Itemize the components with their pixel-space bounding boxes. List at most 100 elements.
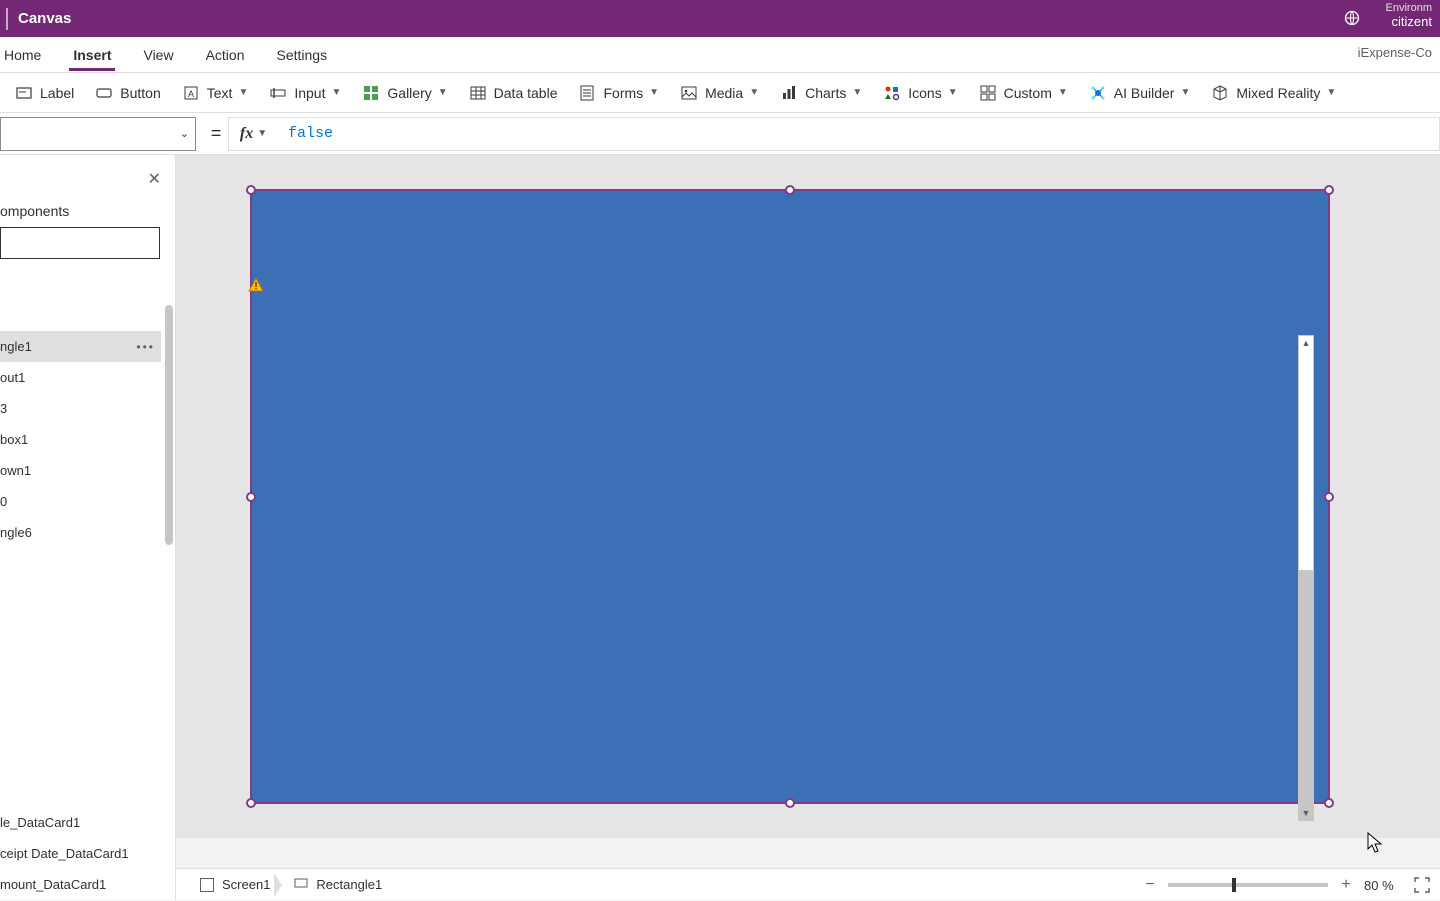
tree-item-label: 0 (0, 494, 7, 509)
fx-label: fx (240, 125, 253, 143)
resize-handle-bl[interactable] (246, 798, 256, 808)
ribbon-gallery-text: Gallery (387, 85, 431, 101)
button-icon (96, 85, 112, 101)
ribbon-datatable[interactable]: Data table (470, 85, 558, 101)
selected-rectangle[interactable]: ▲ ▼ (250, 189, 1330, 804)
ribbon-text[interactable]: A Text ▼ (183, 85, 249, 101)
scroll-up-icon[interactable]: ▲ (1299, 336, 1313, 350)
ribbon-charts-text: Charts (805, 85, 846, 101)
components-tab[interactable]: omponents (0, 203, 69, 219)
chevron-down-icon: ▼ (1058, 87, 1068, 98)
environment-name: citizent (1386, 15, 1432, 28)
breadcrumb-screen[interactable]: Screen1 (188, 869, 282, 900)
ribbon-label[interactable]: Label (16, 85, 74, 101)
ribbon-media[interactable]: Media ▼ (681, 85, 759, 101)
menu-view[interactable]: View (139, 39, 177, 71)
more-icon[interactable]: ••• (136, 340, 155, 354)
tree-item[interactable]: own1 (0, 455, 161, 486)
ribbon-icons-text: Icons (908, 85, 941, 101)
screen-icon (200, 878, 214, 892)
resize-handle-br[interactable] (1324, 798, 1334, 808)
ribbon-media-text: Media (705, 85, 743, 101)
breadcrumb-control[interactable]: Rectangle1 (282, 869, 394, 900)
ribbon-custom[interactable]: Custom ▼ (980, 85, 1068, 101)
resize-handle-tl[interactable] (246, 185, 256, 195)
tree-item[interactable]: out1 (0, 362, 161, 393)
rectangle-icon (294, 876, 308, 893)
zoom-controls: − + 80 % (1142, 869, 1430, 901)
tree-item[interactable]: box1 (0, 424, 161, 455)
fit-to-screen-button[interactable] (1414, 877, 1430, 893)
menu-settings[interactable]: Settings (273, 39, 332, 71)
tree-item[interactable]: ngle1 ••• (0, 331, 161, 362)
zoom-out-button[interactable]: − (1142, 876, 1158, 894)
ribbon-aibuilder[interactable]: AI Builder ▼ (1090, 85, 1191, 101)
aibuilder-icon (1090, 85, 1106, 101)
search-input[interactable] (0, 227, 160, 259)
panel-scrollbar[interactable] (165, 305, 173, 545)
tree-item-label: out1 (0, 370, 25, 385)
environment-caption: Environm (1386, 2, 1432, 15)
ribbon-icons[interactable]: Icons ▼ (884, 85, 957, 101)
tree-item[interactable]: le_DataCard1 (0, 807, 161, 838)
ribbon-button[interactable]: Button (96, 85, 160, 101)
menu-insert[interactable]: Insert (69, 39, 115, 71)
tree-item[interactable]: ngle6 (0, 517, 161, 548)
fx-button[interactable]: fx ▼ (228, 117, 278, 151)
tree-item-label: mount_DataCard1 (0, 877, 106, 892)
resize-handle-mr[interactable] (1324, 492, 1334, 502)
warning-icon[interactable] (248, 277, 264, 298)
menu-bar: Home Insert View Action Settings (0, 37, 1440, 73)
ribbon-input[interactable]: Input ▼ (270, 85, 341, 101)
menu-home[interactable]: Home (0, 39, 45, 71)
chevron-down-icon: ▼ (331, 87, 341, 98)
zoom-slider[interactable] (1168, 883, 1328, 887)
tree-item-label: ngle6 (0, 525, 32, 540)
resize-handle-tm[interactable] (785, 185, 795, 195)
text-icon: A (183, 85, 199, 101)
tree-item-label: ngle1 (0, 339, 32, 354)
scroll-down-icon[interactable]: ▼ (1299, 806, 1313, 820)
file-name[interactable]: iExpense-Co (1358, 45, 1432, 60)
close-icon[interactable]: ✕ (148, 169, 161, 189)
tree-item[interactable]: 3 (0, 393, 161, 424)
tree-item[interactable]: ceipt Date_DataCard1 (0, 838, 161, 869)
ribbon-gallery[interactable]: Gallery ▼ (363, 85, 447, 101)
input-icon (270, 85, 286, 101)
chevron-down-icon: ▼ (1326, 87, 1336, 98)
zoom-slider-knob[interactable] (1232, 878, 1236, 892)
menu-action[interactable]: Action (202, 39, 249, 71)
resize-handle-ml[interactable] (246, 492, 256, 502)
tree-view-bottom: le_DataCard1 ceipt Date_DataCard1 mount_… (0, 807, 161, 900)
breadcrumb-screen-label: Screen1 (222, 877, 270, 892)
environment-label[interactable]: Environm citizent (1386, 0, 1432, 28)
property-selector[interactable]: ⌄ (0, 117, 196, 151)
tree-view-panel: ✕ omponents ngle1 ••• out1 3 box1 own1 0… (0, 155, 176, 900)
zoom-in-button[interactable]: + (1338, 876, 1354, 894)
media-icon (681, 85, 697, 101)
environment-icon[interactable] (1344, 10, 1360, 31)
resize-handle-bm[interactable] (785, 798, 795, 808)
insert-ribbon: Label Button A Text ▼ Input ▼ Gallery ▼ … (0, 73, 1440, 113)
app-title: Canvas (18, 10, 71, 27)
tree-item[interactable]: 0 (0, 486, 161, 517)
formula-input[interactable]: false (278, 117, 1440, 151)
ribbon-custom-text: Custom (1004, 85, 1052, 101)
chevron-down-icon: ▼ (438, 87, 448, 98)
ribbon-button-text: Button (120, 85, 160, 101)
scroll-thumb[interactable] (1299, 570, 1313, 820)
tree-item[interactable]: mount_DataCard1 (0, 869, 161, 900)
ribbon-charts[interactable]: Charts ▼ (781, 85, 862, 101)
ribbon-mixedreality[interactable]: Mixed Reality ▼ (1212, 85, 1336, 101)
ribbon-forms[interactable]: Forms ▼ (579, 85, 659, 101)
chevron-down-icon: ⌄ (180, 127, 189, 140)
tree-item-label: own1 (0, 463, 31, 478)
zoom-percent: 80 % (1364, 878, 1404, 893)
svg-text:A: A (188, 89, 194, 99)
resize-handle-tr[interactable] (1324, 185, 1334, 195)
canvas-area[interactable]: ▲ ▼ (176, 155, 1440, 838)
scroll-track[interactable] (1299, 350, 1313, 806)
titlebar-divider (6, 8, 8, 30)
inner-scrollbar[interactable]: ▲ ▼ (1298, 335, 1314, 821)
formula-bar: ⌄ = fx ▼ false (0, 113, 1440, 155)
